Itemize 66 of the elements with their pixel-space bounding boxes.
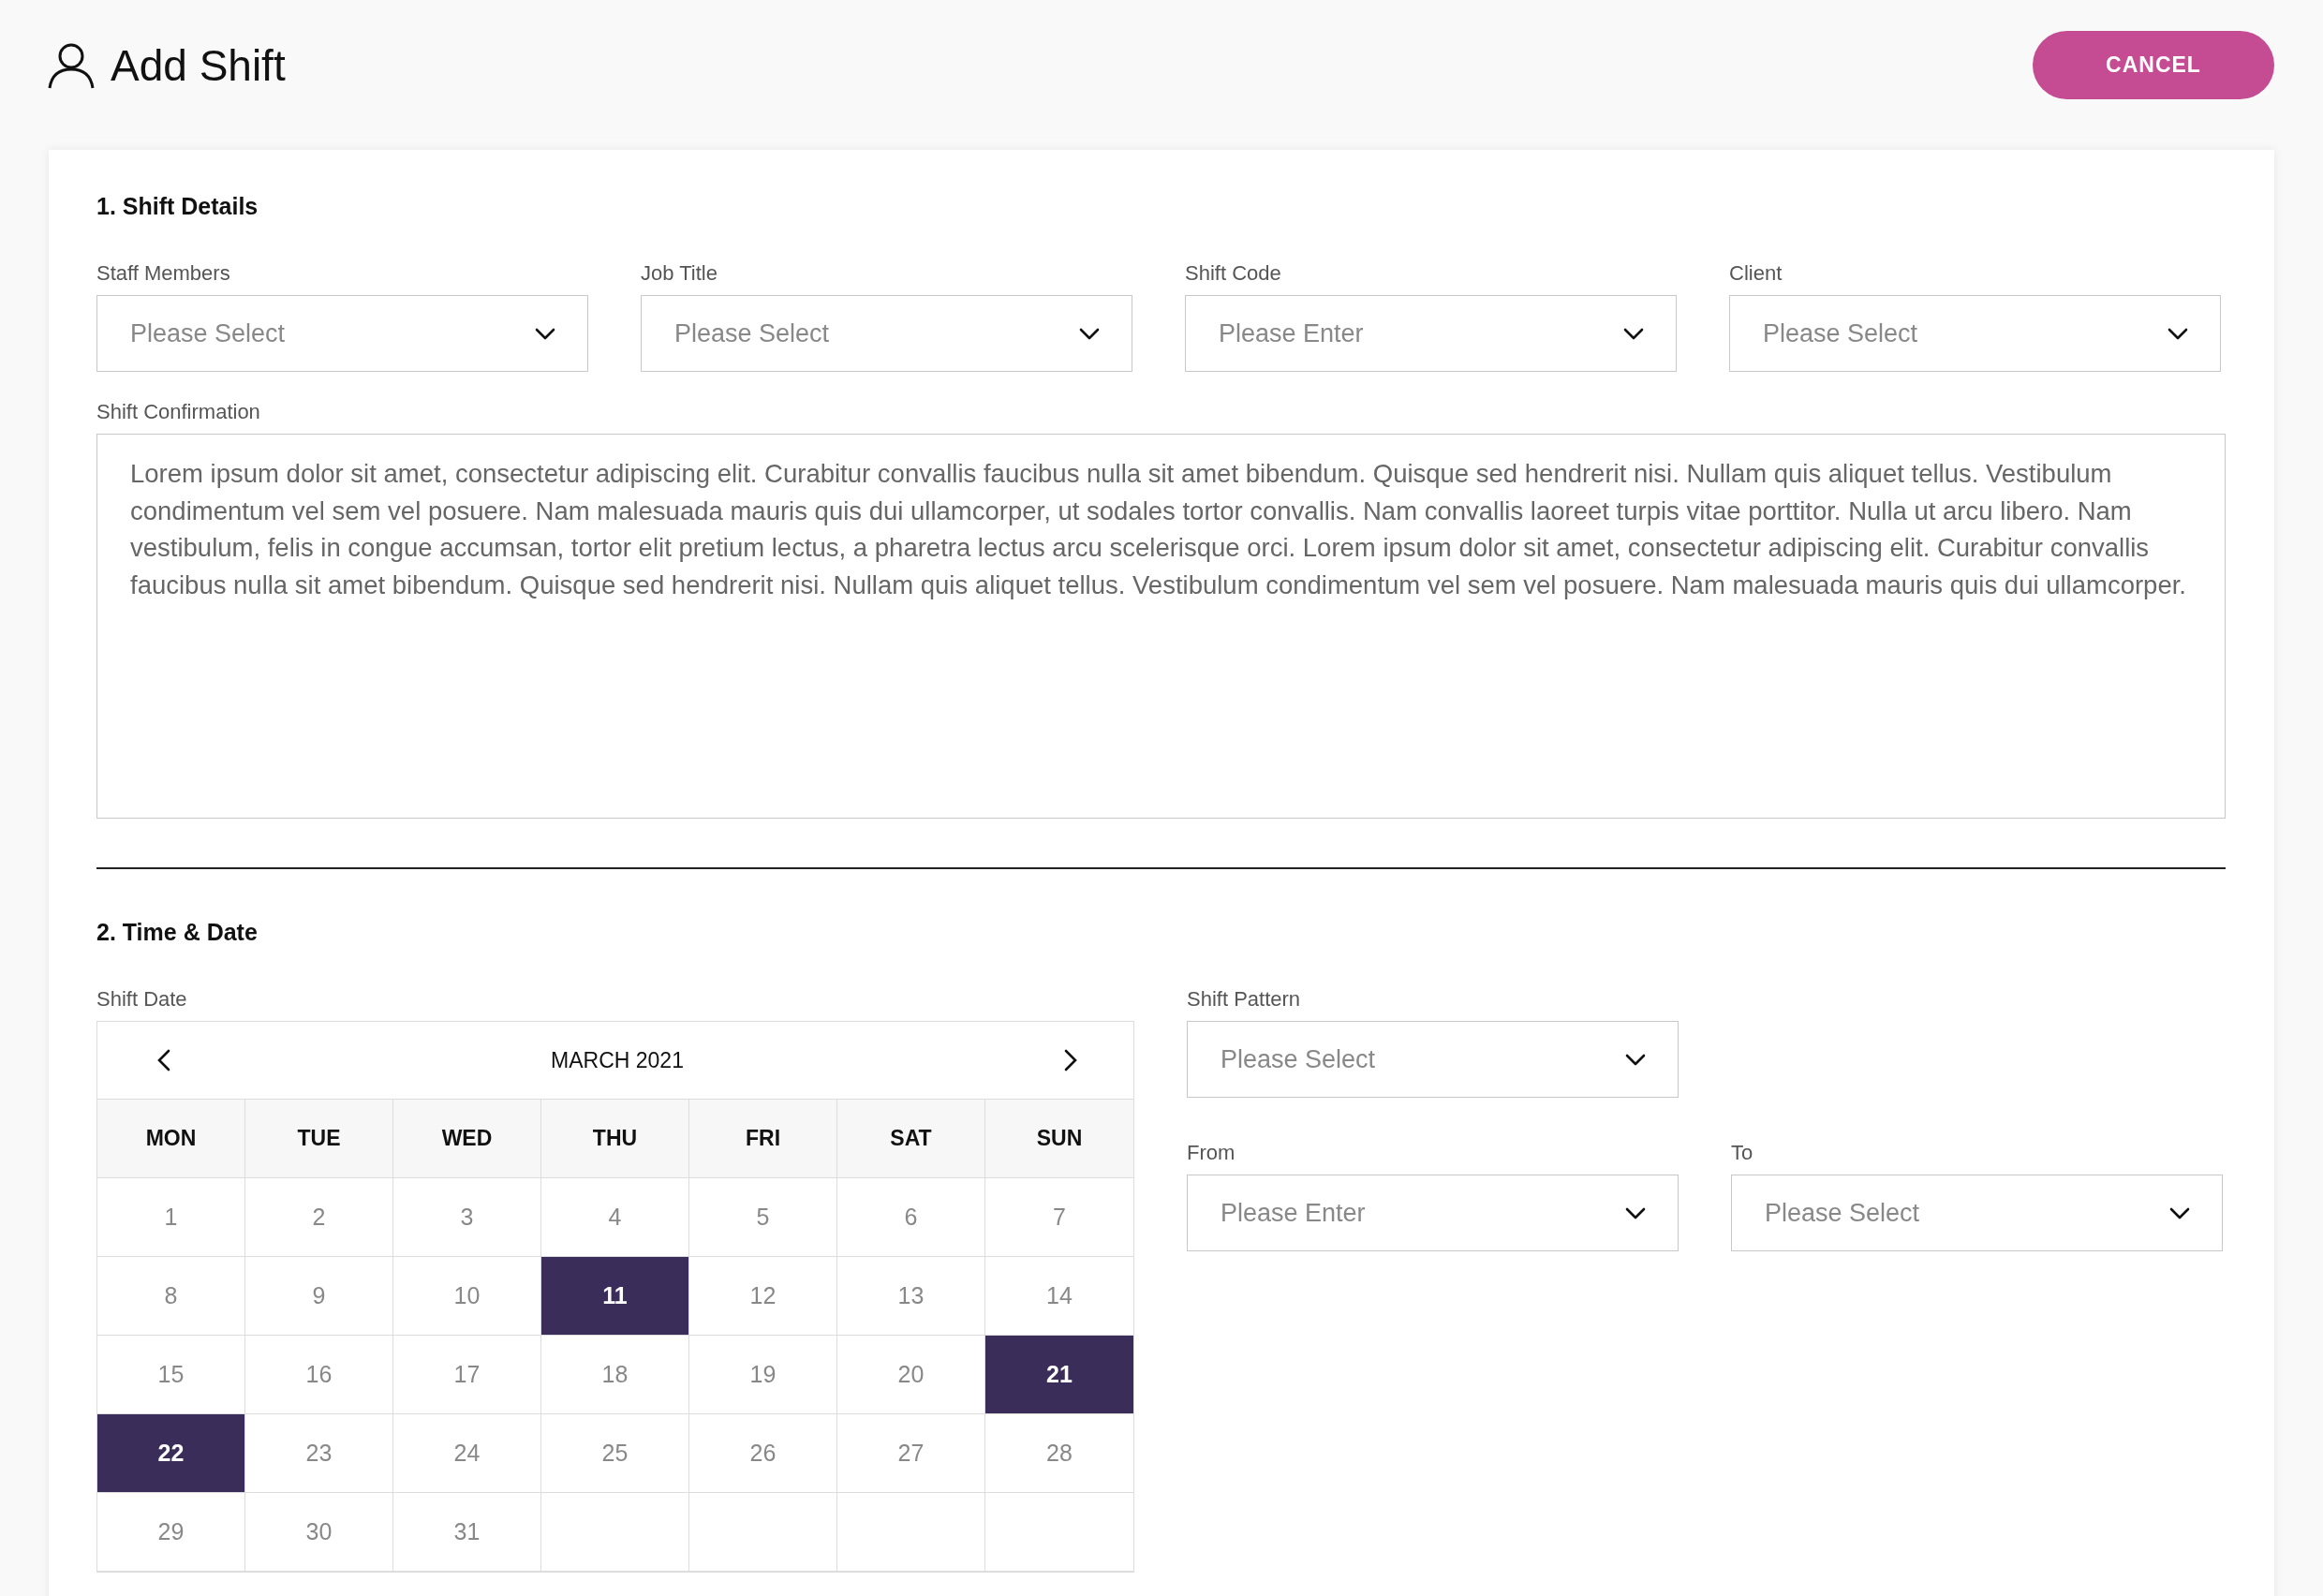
chevron-down-icon — [1625, 1206, 1646, 1219]
field-label: Staff Members — [96, 261, 231, 286]
weekday-header: MON — [97, 1100, 245, 1178]
chevron-down-icon — [535, 327, 555, 340]
weekday-header: WED — [393, 1100, 541, 1178]
calendar-day[interactable]: 21 — [985, 1336, 1133, 1414]
calendar-day[interactable]: 25 — [541, 1414, 689, 1493]
dropdown-field[interactable]: Please Select — [96, 295, 588, 372]
field-label: Job Title — [641, 261, 718, 286]
text-area[interactable]: Lorem ipsum dolor sit amet, consectetur adipiscing elit. Curabitur convallis faucibus nulla sit amet bibendum. Quisque sed hendrerit nisi. Nullam quis aliquet tellus. Vestibulum condimentum vel sem vel posuere. Nam malesuada mauris quis dui ullamcorper, ut sodales tortor convallis. Nam convallis laoreet turpis vitae porttitor. Nulla ut arcu libero. Nam vestibulum, felis in congue accumsan, tortor elit pretium lectus, a pharetra lectus arcu scelerisque orci. Lorem ipsum dolor sit amet, consectetur adipiscing elit. Curabitur convallis faucibus nulla sit amet bibendum. Quisque sed hendrerit nisi. Nullam quis aliquet tellus. Vestibulum condimentum vel sem vel posuere. Nam malesuada mauris quis dui ullamcorper. — [96, 434, 2226, 819]
weekday-header: SUN — [985, 1100, 1133, 1178]
calendar-day[interactable]: 27 — [837, 1414, 985, 1493]
month-title: MARCH 2021 — [551, 1047, 684, 1073]
chevron-down-icon — [2169, 1206, 2190, 1219]
calendar-day[interactable]: 8 — [97, 1257, 245, 1336]
chevron-left-icon — [157, 1049, 170, 1071]
field-label: Shift Date — [96, 987, 188, 1012]
calendar-day[interactable]: 5 — [689, 1178, 837, 1257]
calendar-day[interactable]: 1 — [97, 1178, 245, 1257]
dropdown-field[interactable]: Please Enter — [1185, 295, 1677, 372]
chevron-down-icon — [1625, 1053, 1646, 1066]
weekday-header: SAT — [837, 1100, 985, 1178]
calendar-day[interactable]: 24 — [393, 1414, 541, 1493]
calendar-day[interactable]: 7 — [985, 1178, 1133, 1257]
field-label: Shift Confirmation — [96, 400, 261, 424]
next-month-button[interactable] — [1064, 1049, 1077, 1071]
calendar-day[interactable]: 11 — [541, 1257, 689, 1336]
chevron-down-icon — [1079, 327, 1100, 340]
weekday-header: TUE — [245, 1100, 393, 1178]
calendar-day[interactable]: 19 — [689, 1336, 837, 1414]
calendar-day[interactable]: 31 — [393, 1493, 541, 1572]
field-label: Shift Pattern — [1187, 987, 1302, 1012]
dropdown-field[interactable]: Please Enter — [1187, 1175, 1679, 1251]
calendar-day[interactable]: 22 — [97, 1414, 245, 1493]
calendar-day[interactable]: 16 — [245, 1336, 393, 1414]
section-title: 1. Shift Details — [96, 193, 259, 220]
calendar-day[interactable]: 9 — [245, 1257, 393, 1336]
field-label: Shift Code — [1185, 261, 1282, 286]
calendar-day[interactable]: 30 — [245, 1493, 393, 1572]
calendar-day[interactable]: 28 — [985, 1414, 1133, 1493]
calendar-day[interactable]: 6 — [837, 1178, 985, 1257]
dropdown-field[interactable]: Please Select — [1187, 1021, 1679, 1098]
field-label: Client — [1729, 261, 1783, 286]
field-label: From — [1187, 1141, 1236, 1165]
calendar-day[interactable]: 26 — [689, 1414, 837, 1493]
field-label: To — [1731, 1141, 1754, 1165]
calendar-day[interactable]: 2 — [245, 1178, 393, 1257]
calendar-day[interactable]: 18 — [541, 1336, 689, 1414]
calendar-day[interactable]: 3 — [393, 1178, 541, 1257]
chevron-down-icon — [2168, 327, 2188, 340]
dropdown-field[interactable]: Please Select — [1731, 1175, 2223, 1251]
section-title: 2. Time & Date — [96, 919, 259, 946]
chevron-right-icon — [1064, 1049, 1077, 1071]
chevron-down-icon — [1623, 327, 1644, 340]
weekday-header: FRI — [689, 1100, 837, 1178]
calendar-day[interactable]: 23 — [245, 1414, 393, 1493]
dropdown-field[interactable]: Please Select — [1729, 295, 2221, 372]
calendar-day[interactable]: 29 — [97, 1493, 245, 1572]
calendar-day[interactable]: 13 — [837, 1257, 985, 1336]
page-title: Add Shift — [111, 39, 286, 91]
previous-month-button[interactable] — [157, 1049, 170, 1071]
cancel-button[interactable]: CANCEL — [2033, 31, 2274, 99]
calendar-day[interactable]: 17 — [393, 1336, 541, 1414]
dropdown-field[interactable]: Please Select — [641, 295, 1132, 372]
weekday-header: THU — [541, 1100, 689, 1178]
calendar-day[interactable]: 12 — [689, 1257, 837, 1336]
